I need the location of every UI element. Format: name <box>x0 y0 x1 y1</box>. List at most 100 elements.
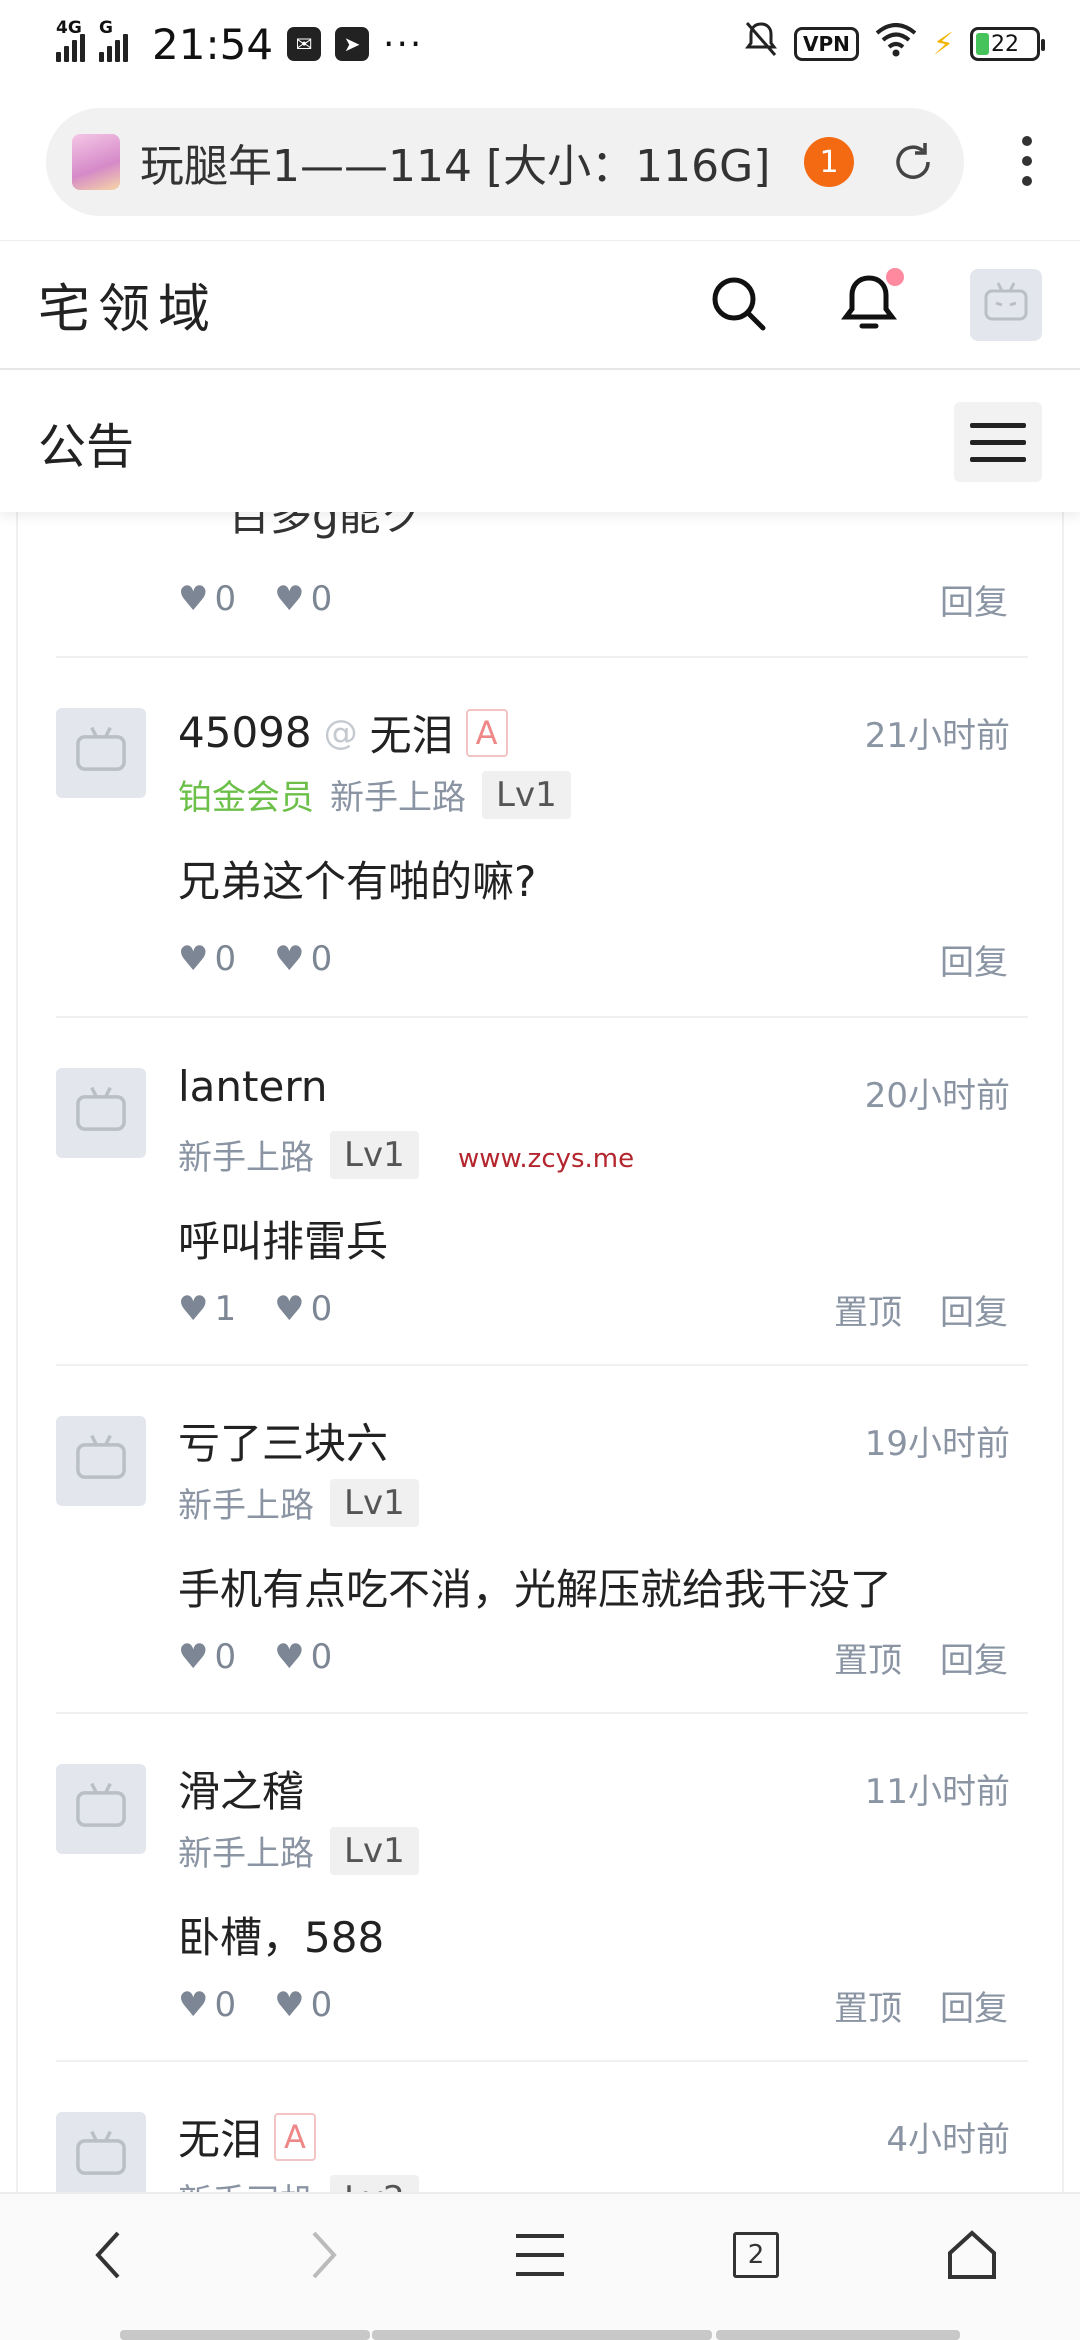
pin-button[interactable]: 置顶 <box>834 1981 902 2030</box>
unread-dot <box>886 267 904 286</box>
reload-icon[interactable] <box>888 137 938 187</box>
hamburger-menu-button[interactable] <box>954 402 1042 482</box>
reply-button[interactable]: 回复 <box>940 1285 1008 1334</box>
dislike-button[interactable]: ♥ 0 <box>274 579 332 619</box>
previous-comment-actions: ♥ 0 ♥ 0 回复 <box>178 574 1008 624</box>
like-button[interactable]: ♥ 0 <box>178 939 236 979</box>
gesture-bar <box>372 2330 712 2340</box>
reply-to-name[interactable]: 无泪 <box>370 702 454 763</box>
divider <box>56 1016 1028 1018</box>
commenter-name[interactable]: 45098 <box>178 708 312 757</box>
commenter-avatar[interactable] <box>56 1764 146 1854</box>
comment-text: 手机有点吃不消，光解压就给我干没了 <box>178 1565 893 1614</box>
browser-menu-icon[interactable] <box>1020 136 1034 186</box>
level-badge: Lv1 <box>330 1130 419 1179</box>
commenter-name[interactable]: lantern <box>178 1062 327 1111</box>
commenter-avatar[interactable] <box>56 708 146 798</box>
divider <box>56 656 1028 658</box>
heart-icon: ♥ <box>178 1985 209 2025</box>
telegram-notification-icon: ➤ <box>335 27 370 61</box>
back-icon[interactable] <box>58 2205 158 2305</box>
notice-bar: 公告 <box>0 372 1080 512</box>
heart-icon: ♥ <box>178 1637 209 1677</box>
reply-button[interactable]: 回复 <box>940 1981 1008 2030</box>
more-notifications-icon: ··· <box>383 23 424 65</box>
comment-actions: ♥ 0 ♥ 0 置顶 回复 <box>178 1632 1008 1682</box>
broken-heart-icon: ♥ <box>274 1985 305 2025</box>
pin-button[interactable]: 置顶 <box>834 1285 902 1334</box>
comment-time: 11小时前 <box>864 1772 1010 1812</box>
comment-time: 21小时前 <box>864 716 1010 756</box>
message-notification-icon: ✉ <box>287 27 322 61</box>
gesture-bar <box>120 2330 370 2340</box>
wifi-icon <box>875 21 917 67</box>
reply-button[interactable]: 回复 <box>940 1633 1008 1682</box>
charging-icon: ⚡ <box>932 26 954 62</box>
level-badge: Lv1 <box>330 1478 419 1527</box>
gesture-bar <box>716 2330 960 2340</box>
commenter-name[interactable]: 无泪 <box>178 2106 262 2167</box>
watermark: www.zcys.me <box>458 1144 635 1174</box>
reply-button[interactable]: 回复 <box>940 935 1008 984</box>
battery-icon: 22 <box>970 27 1045 61</box>
comment-text: 卧槽，588 <box>178 1913 385 1962</box>
like-button[interactable]: ♥ 0 <box>178 579 236 619</box>
address-bar[interactable]: 玩腿年1——114 [大小：116G] 1 <box>46 108 964 216</box>
notifications-bell-icon[interactable] <box>840 267 904 338</box>
browser-bottom-nav: 2 <box>0 2192 1080 2340</box>
rank-label: 新手上路 <box>178 1138 314 1178</box>
level-badge: Lv2 <box>330 2174 419 2192</box>
user-avatar[interactable] <box>970 268 1042 341</box>
broken-heart-icon: ♥ <box>274 579 305 619</box>
dislike-button[interactable]: ♥ 0 <box>274 939 332 979</box>
vpn-icon: VPN <box>794 27 859 61</box>
like-button[interactable]: ♥ 1 <box>178 1289 236 1329</box>
commenter-avatar[interactable] <box>56 1068 146 1158</box>
site-header: 宅领域 <box>0 240 1080 370</box>
like-button[interactable]: ♥ 0 <box>178 1637 236 1677</box>
site-title[interactable]: 宅领域 <box>38 267 218 342</box>
at-sign: @ <box>323 712 358 753</box>
comment-time: 4小时前 <box>886 2120 1010 2160</box>
broken-heart-icon: ♥ <box>274 1637 305 1677</box>
reply-button[interactable]: 回复 <box>940 575 1008 624</box>
commenter-avatar[interactable] <box>56 2112 146 2192</box>
comment-list: 百多g能ク ♥ 0 ♥ 0 回复 45098 @ 无泪 A 21小时前 铂金会员 新… <box>16 512 1064 2192</box>
divider <box>56 1364 1028 1366</box>
pin-button[interactable]: 置顶 <box>834 1633 902 1682</box>
divider <box>56 2060 1028 2062</box>
like-button[interactable]: ♥ 0 <box>178 1985 236 2025</box>
home-icon[interactable] <box>922 2205 1022 2305</box>
dislike-button[interactable]: ♥ 0 <box>274 1637 332 1677</box>
notification-count-badge[interactable]: 1 <box>804 137 854 187</box>
previous-comment-text: 百多g能ク <box>228 512 423 540</box>
rank-label: 新手上路 <box>178 1834 314 1874</box>
browser-toolbar: 玩腿年1——114 [大小：116G] 1 <box>0 100 1080 224</box>
commenter-name[interactable]: 亏了三块六 <box>178 1410 388 1471</box>
signal-g-icon: G <box>99 18 128 62</box>
address-text[interactable]: 玩腿年1——114 [大小：116G] <box>140 130 804 194</box>
commenter-avatar[interactable] <box>56 1416 146 1506</box>
notice-title[interactable]: 公告 <box>38 407 134 477</box>
heart-icon: ♥ <box>178 579 209 619</box>
comment-actions: ♥ 0 ♥ 0 回复 <box>178 934 1008 984</box>
tabs-button[interactable]: 2 <box>706 2205 806 2305</box>
level-badge: Lv1 <box>482 770 571 819</box>
dislike-button[interactable]: ♥ 0 <box>274 1289 332 1329</box>
comment-text: 呼叫排雷兵 <box>178 1217 389 1266</box>
dislike-button[interactable]: ♥ 0 <box>274 1985 332 2025</box>
forward-icon[interactable] <box>274 2205 374 2305</box>
mute-icon <box>744 20 778 68</box>
comment-actions: ♥ 0 ♥ 0 置顶 回复 <box>178 1980 1008 2030</box>
comment-text: 兄弟这个有啪的嘛? <box>178 857 537 906</box>
rank-label: 新手上路 <box>178 1486 314 1526</box>
status-bar: 4G G 21:54 ✉ ➤ ··· VPN ⚡ 22 <box>0 0 1080 88</box>
divider <box>56 1712 1028 1714</box>
comment-time: 20小时前 <box>864 1076 1010 1116</box>
search-icon[interactable] <box>708 273 768 337</box>
commenter-name[interactable]: 滑之稽 <box>178 1758 304 1819</box>
broken-heart-icon: ♥ <box>274 939 305 979</box>
menu-icon[interactable] <box>490 2205 590 2305</box>
broken-heart-icon: ♥ <box>274 1289 305 1329</box>
vip-badge: 铂金会员 <box>178 778 314 818</box>
